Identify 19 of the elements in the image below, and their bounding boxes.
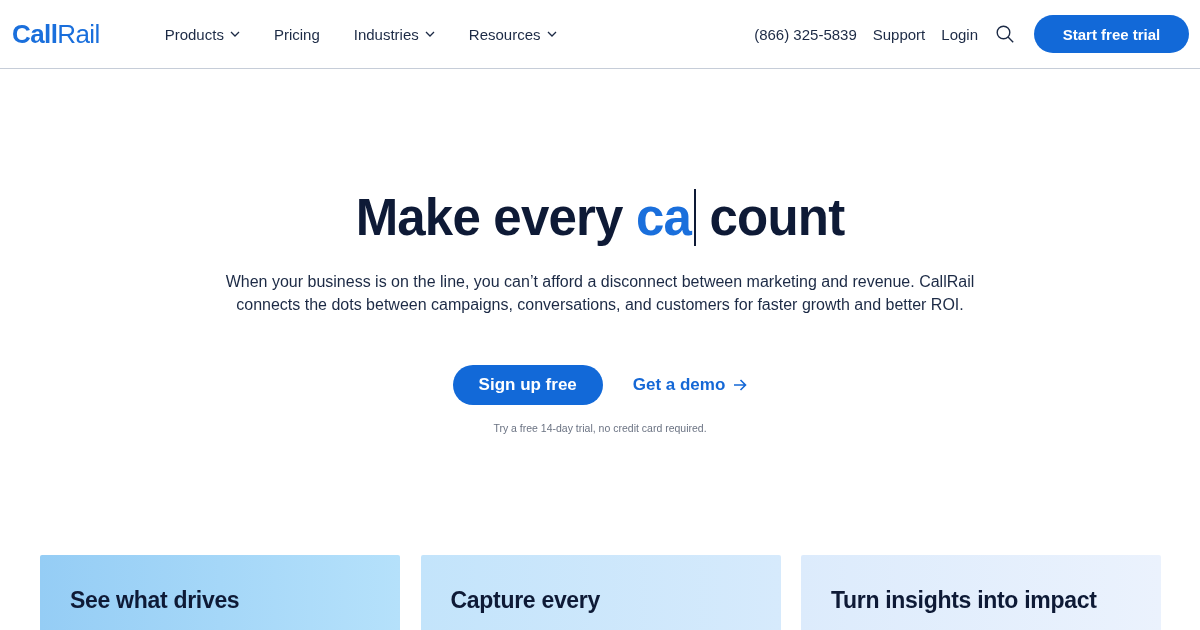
sign-up-button[interactable]: Sign up free: [452, 365, 603, 405]
header-link[interactable]: Login: [941, 25, 978, 43]
nav-link[interactable]: Industries: [353, 25, 435, 43]
nav-link[interactable]: Resources: [468, 25, 557, 43]
logo[interactable]: CallRail: [12, 21, 100, 47]
card-title: See what drives: [70, 586, 241, 615]
header-link[interactable]: Support: [872, 25, 926, 43]
nav-link[interactable]: Products: [164, 25, 240, 43]
arrow-right-icon: [733, 379, 748, 391]
card-title: Capture every: [450, 586, 601, 615]
demo-link[interactable]: Get a demo: [632, 375, 748, 395]
nav-link[interactable]: Pricing: [273, 25, 320, 43]
hero-description: When your business is on the line, you can’t afford a disconnect between marketing and revenue. CallRail connects the dots between campaigns, conversations, and customers for faster growth and better ROI.: [224, 271, 976, 315]
hero-heading: Make every ca count: [355, 188, 845, 248]
trial-note: Try a free 14-day trial, no credit card required.: [493, 421, 707, 435]
search-icon[interactable]: [996, 25, 1014, 43]
card-title: Turn insights into impact: [831, 586, 1098, 615]
phone-link[interactable]: (866) 325-5839: [754, 25, 857, 43]
start-trial-button[interactable]: Start free trial: [1034, 15, 1189, 53]
